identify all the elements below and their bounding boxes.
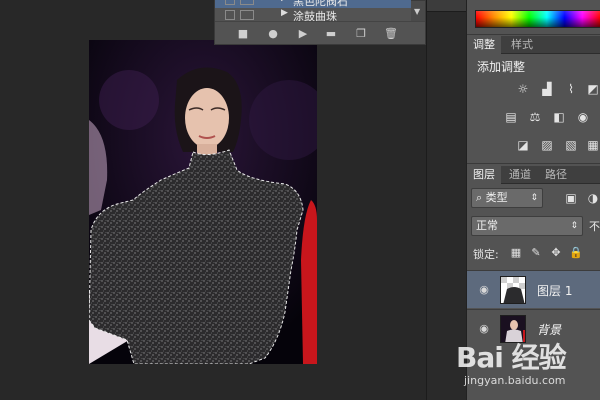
action-toggle-checkbox[interactable] — [225, 10, 235, 20]
filter-pixel-icon[interactable]: ▣ — [563, 191, 579, 205]
dialog-toggle-box[interactable] — [240, 0, 254, 5]
stop-icon[interactable]: ■ — [235, 26, 251, 42]
threshold-icon[interactable]: ▧ — [563, 138, 579, 152]
dock-handle[interactable] — [427, 0, 467, 12]
layer-row[interactable]: ◉ 图层 1 — [467, 270, 600, 308]
adjustments-panel: 调整 样式 添加调整 ☼ ▟ ⌇ ◩ ▤ ⚖ ◧ ◉ ◪ ▨ ▧ ▦ — [467, 36, 600, 164]
filter-adjustment-icon[interactable]: ◑ — [585, 191, 600, 205]
layer-filter-value: 类型 — [485, 191, 508, 204]
color-balance-icon[interactable]: ⚖ — [527, 110, 543, 124]
scroll-down-icon[interactable]: ▼ — [414, 7, 420, 16]
brightness-contrast-icon[interactable]: ☼ — [515, 82, 531, 96]
record-icon[interactable]: ● — [265, 26, 281, 42]
hue-saturation-icon[interactable]: ▤ — [503, 110, 519, 124]
collapsed-panel-dock — [426, 0, 467, 400]
chevron-updown-icon: ⇕ — [530, 193, 538, 203]
lock-label: 锁定: — [473, 248, 499, 261]
play-icon[interactable]: ▶ — [295, 26, 311, 42]
visibility-eye-icon[interactable]: ◉ — [477, 322, 491, 336]
layers-tabbar: 图层 通道 路径 — [467, 166, 600, 184]
document-canvas[interactable] — [89, 40, 317, 364]
layers-panel: 图层 通道 路径 ⌕ 类型 ⇕ ▣ ◑ 正常 ⇕ 不 锁定: ▦ ✎ ✥ 🔒 ◉ — [467, 166, 600, 400]
tab-channels[interactable]: 通道 — [503, 166, 537, 184]
expand-arrow-icon[interactable]: ▶ — [281, 8, 288, 18]
lock-transparent-icon[interactable]: ▦ — [509, 246, 523, 260]
new-action-icon[interactable]: ❐ — [353, 26, 369, 42]
action-toggle-checkbox[interactable] — [225, 0, 235, 5]
tab-styles[interactable]: 样式 — [505, 36, 539, 54]
new-set-icon[interactable]: ▬ — [323, 26, 339, 42]
color-spectrum-ramp[interactable] — [475, 10, 600, 28]
posterize-icon[interactable]: ▨ — [539, 138, 555, 152]
search-icon: ⌕ — [476, 191, 486, 204]
chevron-updown-icon: ⇕ — [570, 221, 578, 231]
curves-icon[interactable]: ⌇ — [563, 82, 579, 96]
layer-thumbnail-image — [501, 277, 525, 303]
actions-scrollbar[interactable]: ▼ — [411, 1, 425, 21]
black-white-icon[interactable]: ◧ — [551, 110, 567, 124]
levels-icon[interactable]: ▟ — [539, 82, 555, 96]
layer-thumbnail — [500, 315, 526, 343]
layer-filter-select[interactable]: ⌕ 类型 ⇕ — [471, 188, 543, 208]
dialog-toggle-box[interactable] — [240, 10, 254, 20]
layer-name: 背景 — [537, 323, 562, 337]
lock-paint-icon[interactable]: ✎ — [529, 246, 543, 260]
exposure-icon[interactable]: ◩ — [585, 82, 600, 96]
adjustments-title: 添加调整 — [477, 60, 526, 74]
right-panel-dock: 调整 样式 添加调整 ☼ ▟ ⌇ ◩ ▤ ⚖ ◧ ◉ ◪ ▨ ▧ ▦ 图层 通道… — [466, 0, 600, 400]
adjustments-tabbar: 调整 样式 — [467, 36, 600, 54]
layer-row[interactable]: ◉ 背景 — [467, 309, 600, 347]
visibility-eye-icon[interactable]: ◉ — [477, 283, 491, 297]
photo-filter-icon[interactable]: ◉ — [575, 110, 591, 124]
actions-toolbar: ■ ● ▶ ▬ ❐ 🗑 — [215, 21, 425, 45]
lock-all-icon[interactable]: 🔒 — [569, 246, 583, 260]
lock-position-icon[interactable]: ✥ — [549, 246, 563, 260]
layer-name: 图层 1 — [537, 284, 573, 298]
delete-icon[interactable]: 🗑 — [383, 26, 399, 42]
document-workspace[interactable] — [0, 0, 430, 400]
actions-panel: ▶ 黑色陀阀石 ▶ 涂鼓曲珠 ▼ ■ ● ▶ ▬ ❐ 🗑 — [214, 0, 426, 45]
invert-icon[interactable]: ◪ — [515, 138, 531, 152]
opacity-label: 不 — [589, 220, 600, 233]
photo-image — [89, 40, 317, 364]
color-panel — [467, 0, 600, 35]
tab-layers[interactable]: 图层 — [467, 166, 501, 184]
layer-thumbnail — [500, 276, 526, 304]
tab-paths[interactable]: 路径 — [539, 166, 573, 184]
gradient-map-icon[interactable]: ▦ — [585, 138, 600, 152]
expand-arrow-icon[interactable]: ▶ — [281, 0, 288, 3]
tab-adjustments[interactable]: 调整 — [467, 36, 501, 54]
blend-mode-select[interactable]: 正常 ⇕ — [471, 216, 583, 236]
layer-thumbnail-image — [501, 316, 525, 342]
action-row[interactable]: ▶ 黑色陀阀石 — [215, 0, 411, 8]
blend-mode-value: 正常 — [476, 219, 498, 232]
